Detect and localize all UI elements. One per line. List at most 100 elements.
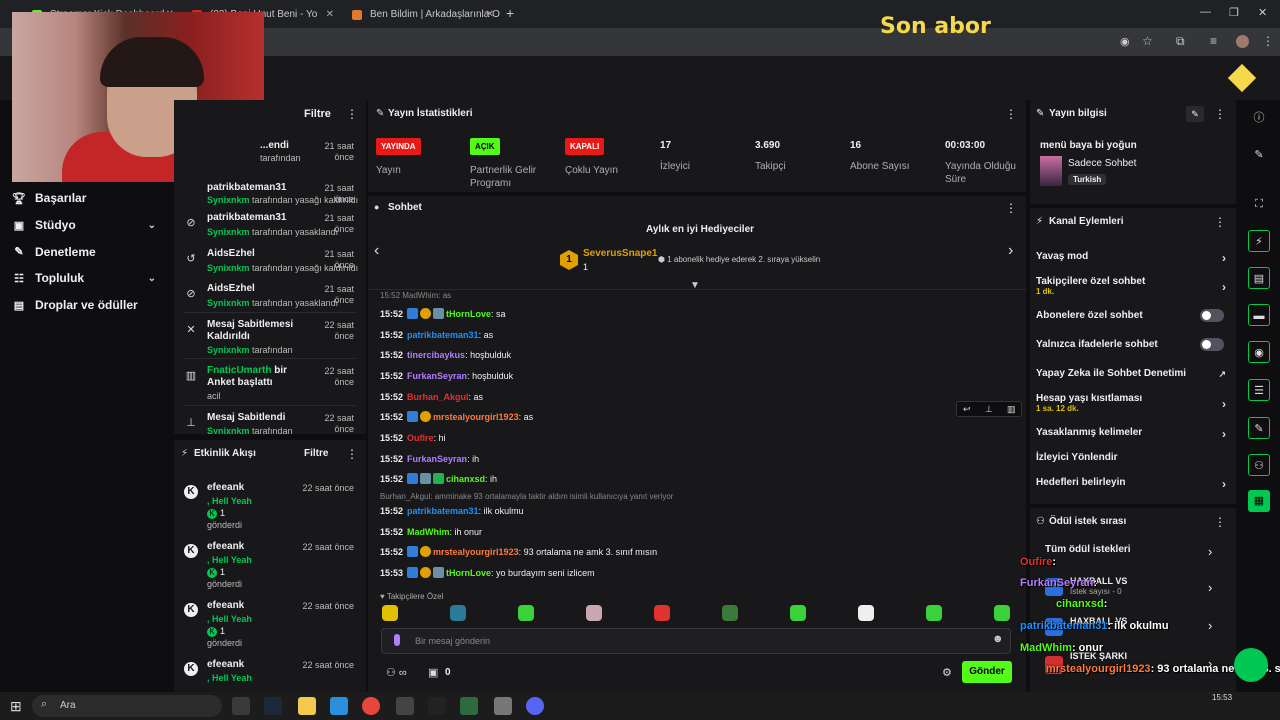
chevron-right-icon[interactable]: ›: [1208, 544, 1212, 559]
followers-only-row[interactable]: Takipçilere özel sohbet 1 dk. ›: [1036, 276, 1226, 296]
app-icon[interactable]: [494, 697, 512, 715]
activity-user[interactable]: efeeank: [207, 482, 244, 493]
chat-username[interactable]: mrstealyourgirl1923: [433, 412, 519, 422]
chat-message[interactable]: 15:52 FurkanSeyran: ih: [380, 453, 479, 465]
green-fab-icon[interactable]: [1234, 648, 1268, 682]
raid-row[interactable]: İzleyici Yönlendir: [1036, 452, 1226, 463]
emote-icon[interactable]: [722, 605, 738, 621]
activity-filter-button[interactable]: Filtre: [304, 448, 328, 459]
emoji-icon[interactable]: ☻: [992, 633, 1004, 645]
chat-username[interactable]: patrikbateman31: [407, 330, 479, 340]
more-options-icon[interactable]: ⋮: [1214, 515, 1226, 529]
discord-icon[interactable]: [526, 697, 544, 715]
category-thumbnail[interactable]: [1040, 156, 1062, 186]
more-options-icon[interactable]: ⋮: [1214, 215, 1226, 229]
star-icon[interactable]: ☆: [1142, 34, 1153, 48]
goals-row[interactable]: Hedefleri belirleyin ›: [1036, 477, 1226, 491]
settings-icon[interactable]: ⚙︎: [942, 666, 952, 679]
chat-message[interactable]: 15:52 patrikbateman31: ilk okulmu: [380, 505, 524, 517]
mod-actor[interactable]: Synixnkm: [207, 426, 250, 434]
chat-message[interactable]: 15:52 tHornLove: sa: [380, 308, 506, 320]
emote-icon[interactable]: [518, 605, 534, 621]
pin-icon[interactable]: ⊥: [985, 404, 993, 415]
profile-avatar[interactable]: [1236, 35, 1249, 48]
account-age-row[interactable]: Hesap yaşı kısıtlaması 1 sa. 12 dk. ›: [1036, 393, 1226, 413]
queue-icon[interactable]: ≡: [1210, 34, 1217, 48]
epic-games-icon[interactable]: [428, 697, 446, 715]
mod-actor[interactable]: Synixnkm: [207, 263, 250, 273]
more-options-icon[interactable]: ⋮: [1005, 107, 1017, 121]
emote-icon[interactable]: [790, 605, 806, 621]
taskbar-search[interactable]: ⌕ Ara: [32, 695, 222, 717]
info-icon[interactable]: ⓘ: [1248, 107, 1270, 129]
delete-icon[interactable]: ▥: [1007, 404, 1016, 415]
file-explorer-icon[interactable]: [298, 697, 316, 715]
top-gifter-name[interactable]: SeverusSnape1: [583, 248, 658, 259]
maximize-icon[interactable]: ❐: [1229, 6, 1239, 19]
slow-mode-row[interactable]: Yavaş mod ›: [1036, 251, 1226, 265]
chat-message[interactable]: 15:52 cihanxsd: ih: [380, 473, 497, 485]
chat-username[interactable]: FurkanSeyran: [407, 371, 467, 381]
chat-message[interactable]: 15:52 mrstealyourgirl1923: 93 ortalama ne…: [380, 546, 657, 558]
task-view-icon[interactable]: [232, 697, 250, 715]
close-window-icon[interactable]: ✕: [1258, 6, 1267, 19]
chat-message[interactable]: 15:52 MadWhim: ih onur: [380, 526, 482, 538]
browser-menu-icon[interactable]: ⋮: [1262, 34, 1274, 48]
chest-icon[interactable]: ▣: [428, 666, 438, 679]
send-button[interactable]: Gönder: [962, 661, 1012, 683]
activity-user[interactable]: efeeank: [207, 600, 244, 611]
subscribers-only-toggle[interactable]: [1200, 309, 1224, 322]
chrome-icon[interactable]: [362, 697, 380, 715]
broadcast-icon[interactable]: ◉: [1248, 341, 1270, 363]
obs-icon[interactable]: [396, 697, 414, 715]
more-options-icon[interactable]: ⋮: [346, 107, 358, 121]
eye-icon[interactable]: ◉: [1120, 35, 1130, 48]
chat-username[interactable]: Oufire: [407, 433, 434, 443]
close-tab-icon[interactable]: ✕: [486, 4, 494, 26]
chat-input[interactable]: Bir mesaj gönderin ☻: [381, 628, 1011, 654]
mod-filter-button[interactable]: Filtre: [304, 108, 331, 120]
nav-achievements[interactable]: 🏆︎ Başarılar: [0, 185, 170, 212]
chevron-right-icon[interactable]: ›: [1208, 618, 1212, 633]
category-name[interactable]: Sadece Sohbet: [1068, 158, 1136, 169]
clapper-icon[interactable]: ▦: [1248, 490, 1270, 512]
chat-message[interactable]: 15:52 Oufire: hi: [380, 432, 446, 444]
emote-icon[interactable]: [858, 605, 874, 621]
chat-username[interactable]: mrstealyourgirl1923: [433, 547, 519, 557]
all-rewards-link[interactable]: Tüm ödül istekleri: [1045, 544, 1131, 555]
chat-username[interactable]: MadWhim: [407, 527, 450, 537]
chat-message[interactable]: 15:53 tHornLove: yo burdayım seni izlicem: [380, 567, 595, 579]
mod-actor[interactable]: Synixnkm: [207, 298, 250, 308]
activity-user[interactable]: efeeank: [207, 659, 244, 670]
chat-message[interactable]: 15:52 Burhan_Akgul: as: [380, 391, 483, 403]
chat-message[interactable]: 15:52 tinercibaykus: hoşbulduk: [380, 349, 511, 361]
lightning-icon[interactable]: ⚡︎: [1248, 230, 1270, 252]
activity-user[interactable]: efeeank: [207, 541, 244, 552]
mod-actor[interactable]: Synixnkm: [207, 227, 250, 237]
nav-studio[interactable]: ▣ Stüdyo ⌄: [0, 212, 170, 239]
nav-drops[interactable]: ▤ Droplar ve ödüller: [0, 292, 170, 319]
document-icon[interactable]: ▤: [1248, 267, 1270, 289]
emote-icon[interactable]: [450, 605, 466, 621]
crop-icon[interactable]: ⛶: [1248, 193, 1270, 215]
chat-username[interactable]: tHornLove: [446, 568, 491, 578]
extensions-icon[interactable]: ⧉: [1176, 34, 1185, 49]
store-icon[interactable]: [330, 697, 348, 715]
chat-username[interactable]: Burhan_Akgul: [407, 392, 469, 402]
chat-username[interactable]: FurkanSeyran: [407, 454, 467, 464]
new-tab-button[interactable]: +: [506, 5, 514, 21]
reply-icon[interactable]: ↩: [963, 404, 971, 415]
minimize-icon[interactable]: —: [1200, 6, 1211, 18]
chat-username[interactable]: tinercibaykus: [407, 350, 465, 360]
chat-message[interactable]: 15:52 mrstealyourgirl1923: as: [380, 411, 533, 423]
browser-tab-game[interactable]: Ben Bildim | Arkadaşlarınla Onl ✕: [340, 4, 500, 26]
microphone-icon[interactable]: [394, 634, 400, 646]
chat-message[interactable]: 15:52 FurkanSeyran: hoşbulduk: [380, 370, 513, 382]
layout-icon[interactable]: ☰: [1248, 379, 1270, 401]
close-tab-icon[interactable]: ✕: [326, 4, 334, 26]
points-icon[interactable]: ⚇ ∞: [386, 666, 407, 679]
banned-words-row[interactable]: Yasaklanmış kelimeler ›: [1036, 427, 1226, 441]
chat-bubble-icon[interactable]: ▬: [1248, 304, 1270, 326]
emote-icon[interactable]: [654, 605, 670, 621]
emote-icon[interactable]: [586, 605, 602, 621]
